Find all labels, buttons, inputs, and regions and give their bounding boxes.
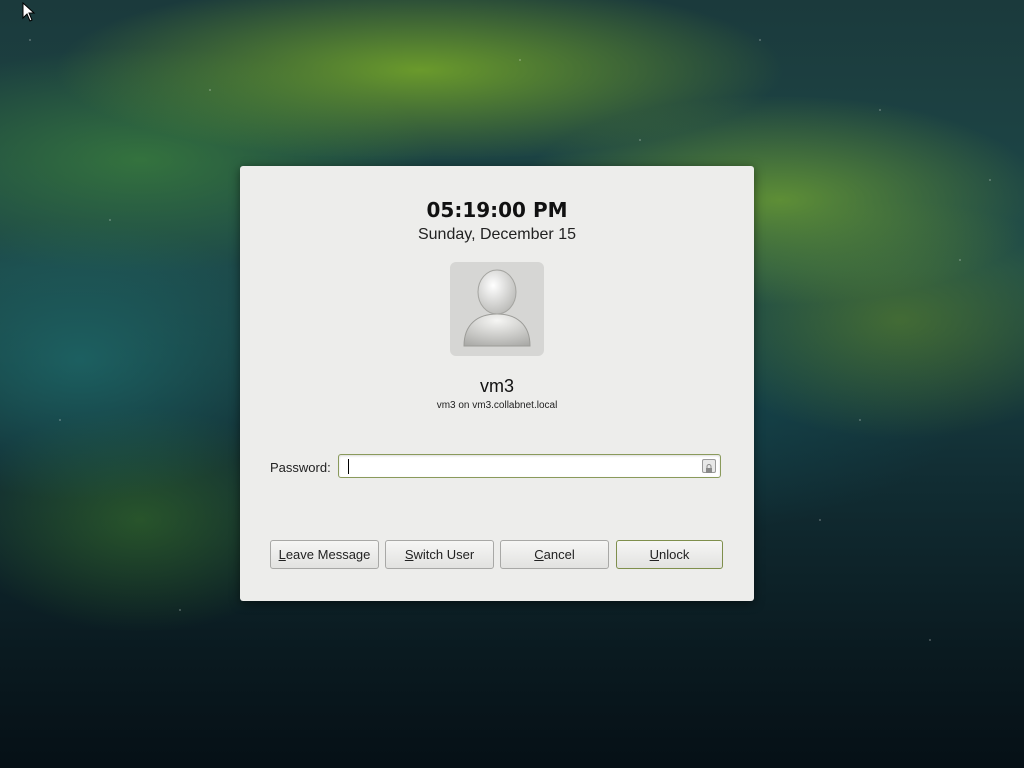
switch-user-button[interactable]: Switch User [385,540,494,569]
unlock-mnemonic: U [649,547,660,562]
clock-time: 05:19:00 PM [426,198,568,222]
cancel-button[interactable]: Cancel [500,540,609,569]
keyboard-lock-icon [702,459,716,473]
unlock-button[interactable]: Unlock [616,540,723,569]
clock-date: Sunday, December 15 [417,226,576,243]
password-label: Password: [270,460,331,475]
user-avatar-icon [450,262,544,356]
leave-message-mnemonic: L [278,547,286,562]
text-caret [348,459,349,474]
switch-user-label: witch User [413,547,475,562]
username: vm3 [479,376,514,396]
password-input[interactable] [338,454,721,478]
unlock-label: nlock [659,547,690,562]
cancel-label: ancel [543,547,575,562]
user-host-line: vm3 on vm3.collabnet.local [436,400,558,411]
leave-message-label: eave Message [285,547,371,562]
leave-message-button[interactable]: Leave Message [270,540,379,569]
cancel-mnemonic: C [534,547,544,562]
mouse-pointer-icon [22,2,36,22]
